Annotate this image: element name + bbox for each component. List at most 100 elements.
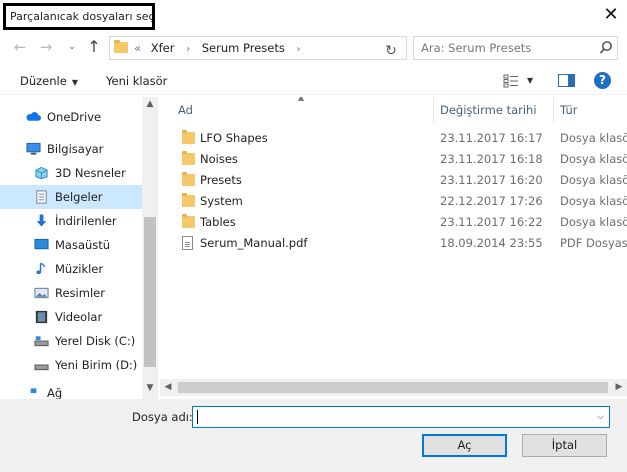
sidebar-item-label: Belgeler [55,190,103,204]
file-row[interactable]: Presets 23.11.2017 16:20 Dosya klasörü [160,170,627,191]
music-icon [36,262,45,275]
command-bar: Düzenle ▼ Yeni klasör ▼ ? [0,67,627,95]
help-icon[interactable]: ? [594,72,611,89]
close-icon[interactable]: ✕ [598,4,624,26]
chevron-right-icon[interactable]: › [297,44,301,55]
preview-pane-icon[interactable] [558,74,575,87]
sidebar-item-label: Yeni Birim (D:) [55,358,138,372]
column-divider[interactable] [553,97,554,123]
file-type: PDF Dosyası [560,236,627,250]
drive-d-icon [34,364,49,371]
folder-icon [182,214,195,228]
file-date: 23.11.2017 16:20 [440,173,543,187]
sidebar-item-pictures[interactable]: Resimler [0,281,142,305]
file-type: Dosya klasörü [560,194,627,208]
sidebar-item-label: OneDrive [47,110,102,124]
column-header-name[interactable]: Ad [178,97,193,123]
scrollbar-thumb[interactable] [144,217,156,367]
folder-icon [114,40,128,53]
pdf-file-icon [182,236,193,250]
breadcrumb-item[interactable]: Serum Presets [202,41,285,55]
sidebar-item-drive-d[interactable]: Yeni Birim (D:) [0,353,142,377]
file-date: 23.11.2017 16:18 [440,152,543,166]
scroll-down-icon[interactable]: ▼ [142,383,158,393]
search-box[interactable]: Ara: Serum Presets [413,36,618,60]
scroll-right-icon[interactable]: ▶ [611,379,627,396]
breadcrumb-item[interactable]: Xfer [151,41,175,55]
navigation-bar: ← → ⌄ ↑ « Xfer › Serum Presets › ↻ Ara: … [0,33,627,63]
file-row[interactable]: Tables 23.11.2017 16:22 Dosya klasörü [160,212,627,233]
sidebar-item-label: Müzikler [55,262,104,276]
scroll-left-icon[interactable]: ◀ [160,379,176,396]
open-button[interactable]: Aç [422,434,507,457]
file-name: Serum_Manual.pdf [200,236,308,250]
folder-icon [182,130,195,144]
recent-locations-chevron-icon[interactable]: ⌄ [62,36,82,58]
organize-button[interactable]: Düzenle ▼ [20,67,78,97]
scroll-up-icon[interactable]: ▲ [142,99,158,109]
back-arrow-icon[interactable]: ← [10,36,30,58]
address-bar[interactable]: « Xfer › Serum Presets › ↻ [109,36,407,60]
sidebar-item-3d-objects[interactable]: 3D Nesneler [0,161,142,185]
file-date: 18.09.2014 23:55 [440,236,543,250]
file-row[interactable]: System 22.12.2017 17:26 Dosya klasörü [160,191,627,212]
organize-label: Düzenle [20,74,67,88]
desktop-icon [34,238,49,250]
sidebar-item-computer[interactable]: Bilgisayar [0,137,142,161]
sidebar-item-label: Yerel Disk (C:) [55,334,136,348]
scrollbar-thumb[interactable] [178,382,608,393]
view-dropdown-caret-icon[interactable]: ▼ [527,67,533,95]
refresh-icon[interactable]: ↻ [380,40,402,62]
file-name: Tables [200,215,236,229]
file-date: 23.11.2017 16:22 [440,215,543,229]
view-options-icon[interactable] [503,74,519,88]
nav-pane-scrollbar[interactable]: ▲ ▼ [142,97,158,399]
file-list: Ad ▲ Değiştirme tarihi Tür LFO Shapes 23… [160,97,627,399]
file-row[interactable]: Noises 23.11.2017 16:18 Dosya klasörü [160,149,627,170]
new-folder-button[interactable]: Yeni klasör [106,67,167,95]
file-date: 22.12.2017 17:26 [440,194,543,208]
pictures-icon [34,287,49,299]
sidebar-item-documents[interactable]: Belgeler [0,185,142,209]
breadcrumb-overflow[interactable]: « [134,41,141,55]
sidebar-item-music[interactable]: Müzikler [0,257,142,281]
drive-c-icon [34,336,49,347]
folder-icon [182,193,195,207]
forward-arrow-icon[interactable]: → [36,36,56,58]
sidebar-item-downloads[interactable]: İndirilenler [0,209,142,233]
computer-icon [26,142,41,155]
column-divider[interactable] [433,97,434,123]
navigation-pane: OneDrive Bilgisayar 3D Nesneler Belgeler… [0,97,158,399]
sidebar-item-videos[interactable]: Videolar [0,305,142,329]
column-header-type[interactable]: Tür [560,97,577,123]
chevron-down-icon[interactable]: ⌵ [597,407,604,427]
sidebar-item-desktop[interactable]: Masaüstü [0,233,142,257]
sidebar-item-network[interactable]: Ağ [0,383,142,399]
file-list-horizontal-scrollbar[interactable]: ◀ ▶ [160,379,627,396]
breadcrumb: « Xfer › Serum Presets › [134,37,309,61]
sidebar-item-onedrive[interactable]: OneDrive [0,105,142,129]
filename-input[interactable]: ⌵ [192,406,610,428]
window-title: Parçalanıcak dosyaları seç [3,3,155,30]
sidebar-item-label: Resimler [55,286,105,300]
sidebar-item-label: İndirilenler [55,214,117,228]
sidebar-item-label: Bilgisayar [47,142,104,156]
file-name: Presets [200,173,242,187]
search-icon[interactable] [599,40,613,56]
text-caret [197,410,198,424]
search-input[interactable]: Ara: Serum Presets [421,37,531,59]
sidebar-item-label: Videolar [55,310,103,324]
file-date: 23.11.2017 16:17 [440,131,543,145]
up-arrow-icon[interactable]: ↑ [84,36,104,58]
file-type: Dosya klasörü [560,173,627,187]
document-icon [36,190,47,204]
sidebar-item-drive-c[interactable]: Yerel Disk (C:) [0,329,142,353]
dialog-footer: Dosya adı: ⌵ Aç İptal [0,399,627,472]
download-icon [36,214,47,227]
file-row[interactable]: Serum_Manual.pdf 18.09.2014 23:55 PDF Do… [160,233,627,254]
filename-label: Dosya adı: [132,410,193,424]
cancel-button[interactable]: İptal [522,434,607,457]
file-row[interactable]: LFO Shapes 23.11.2017 16:17 Dosya klasör… [160,128,627,149]
chevron-right-icon[interactable]: › [186,44,190,55]
column-header-date[interactable]: Değiştirme tarihi [440,97,537,123]
